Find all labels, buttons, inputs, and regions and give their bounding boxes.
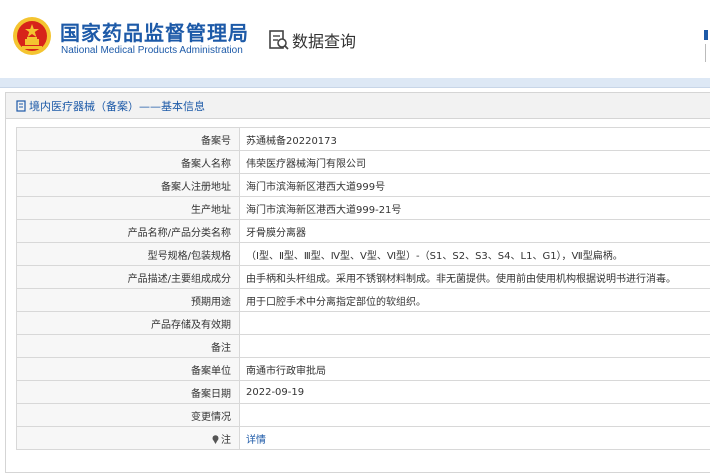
field-value: 伟荣医疗器械海门有限公司 — [239, 150, 710, 174]
field-value: 由手柄和头杆组成。采用不锈钢材料制成。非无菌提供。使用前由使用机构根据说明书进行… — [239, 265, 710, 289]
field-label-text: 生产地址 — [191, 204, 231, 216]
field-label: 备案单位 — [16, 357, 240, 381]
field-label: 备案人注册地址 — [16, 173, 240, 197]
table-row: 注 详情 — [16, 426, 710, 450]
field-label-text: 产品描述/主要组成成分 — [127, 273, 231, 285]
table-row: 备注 — [16, 334, 710, 358]
field-value — [239, 334, 710, 358]
table-row: 预期用途 用于口腔手术中分离指定部位的软组织。 — [16, 288, 710, 312]
table-row: 备案单位 南通市行政审批局 — [16, 357, 710, 381]
field-value: 海门市滨海新区港西大道999号 — [239, 173, 710, 197]
site-header: 国家药品监督管理局 National Medical Products Admi… — [0, 0, 710, 78]
field-label: 产品描述/主要组成成分 — [16, 265, 240, 289]
field-label: 产品存储及有效期 — [16, 311, 240, 335]
section-title-text: 境内医疗器械（备案）——基本信息 — [29, 99, 205, 113]
field-label: 变更情况 — [16, 403, 240, 427]
field-value: 南通市行政审批局 — [239, 357, 710, 381]
field-label-text: 备案人名称 — [181, 158, 231, 170]
field-label-text: 变更情况 — [191, 411, 231, 423]
field-label-text: 备案日期 — [191, 388, 231, 400]
field-label: 备注 — [16, 334, 240, 358]
table-row: 型号规格/包装规格 （Ⅰ型、Ⅱ型、Ⅲ型、Ⅳ型、Ⅴ型、Ⅵ型）-（S1、S2、S3、S… — [16, 242, 710, 266]
field-label: 注 — [16, 426, 240, 450]
org-name-cn: 国家药品监督管理局 — [60, 21, 249, 45]
document-icon — [16, 99, 26, 112]
field-value: （Ⅰ型、Ⅱ型、Ⅲ型、Ⅳ型、Ⅴ型、Ⅵ型）-（S1、S2、S3、S4、L1、G1），… — [239, 242, 710, 266]
data-query-title[interactable]: 数据查询 — [292, 28, 356, 52]
field-label-text: 型号规格/包装规格 — [147, 250, 231, 262]
section-title: 境内医疗器械（备案）——基本信息 — [6, 93, 710, 119]
field-value: 牙骨膜分离器 — [239, 219, 710, 243]
header-divider-bar — [0, 78, 710, 88]
field-value: 苏通械备20220173 — [239, 127, 710, 151]
national-emblem-icon — [13, 17, 51, 55]
field-label-text: 备案单位 — [191, 365, 231, 377]
pin-icon — [212, 434, 219, 444]
field-label: 备案人名称 — [16, 150, 240, 174]
field-label-text: 注 — [221, 434, 231, 446]
field-label-text: 预期用途 — [191, 296, 231, 308]
record-detail-table: 备案号 苏通械备20220173 备案人名称 伟荣医疗器械海门有限公司 备案人注册地址海… — [16, 127, 710, 450]
field-label-text: 备案号 — [201, 135, 231, 147]
field-value: 用于口腔手术中分离指定部位的软组织。 — [239, 288, 710, 312]
field-label-text: 产品名称/产品分类名称 — [127, 227, 231, 239]
table-row: 备案人注册地址 海门市滨海新区港西大道999号 — [16, 173, 710, 197]
document-search-icon — [269, 30, 289, 50]
table-row: 产品存储及有效期 — [16, 311, 710, 335]
header-edge-mark — [704, 30, 708, 40]
field-label: 备案号 — [16, 127, 240, 151]
field-value — [239, 403, 710, 427]
field-label: 生产地址 — [16, 196, 240, 220]
header-edge-divider — [705, 44, 708, 62]
details-link[interactable]: 详情 — [246, 435, 266, 446]
field-value — [239, 311, 710, 335]
table-row: 产品描述/主要组成成分 由手柄和头杆组成。采用不锈钢材料制成。非无菌提供。使用前由… — [16, 265, 710, 289]
table-row: 备案日期 2022-09-19 — [16, 380, 710, 404]
field-value: 2022-09-19 — [239, 380, 710, 404]
org-name-en: National Medical Products Administration — [61, 45, 243, 56]
basic-info-section: 境内医疗器械（备案）——基本信息 备案号 苏通械备20220173 备案人名称 伟荣医… — [5, 92, 710, 473]
field-label-text: 备注 — [211, 342, 231, 354]
field-label: 预期用途 — [16, 288, 240, 312]
field-value: 海门市滨海新区港西大道999-21号 — [239, 196, 710, 220]
field-label: 产品名称/产品分类名称 — [16, 219, 240, 243]
field-label: 型号规格/包装规格 — [16, 242, 240, 266]
table-row: 产品名称/产品分类名称 牙骨膜分离器 — [16, 219, 710, 243]
table-row: 变更情况 — [16, 403, 710, 427]
field-label: 备案日期 — [16, 380, 240, 404]
table-row: 备案号 苏通械备20220173 — [16, 127, 710, 151]
field-label-text: 备案人注册地址 — [161, 181, 231, 193]
field-label-text: 产品存储及有效期 — [151, 319, 231, 331]
table-row: 备案人名称 伟荣医疗器械海门有限公司 — [16, 150, 710, 174]
field-value: 详情 — [239, 426, 710, 450]
table-row: 生产地址 海门市滨海新区港西大道999-21号 — [16, 196, 710, 220]
